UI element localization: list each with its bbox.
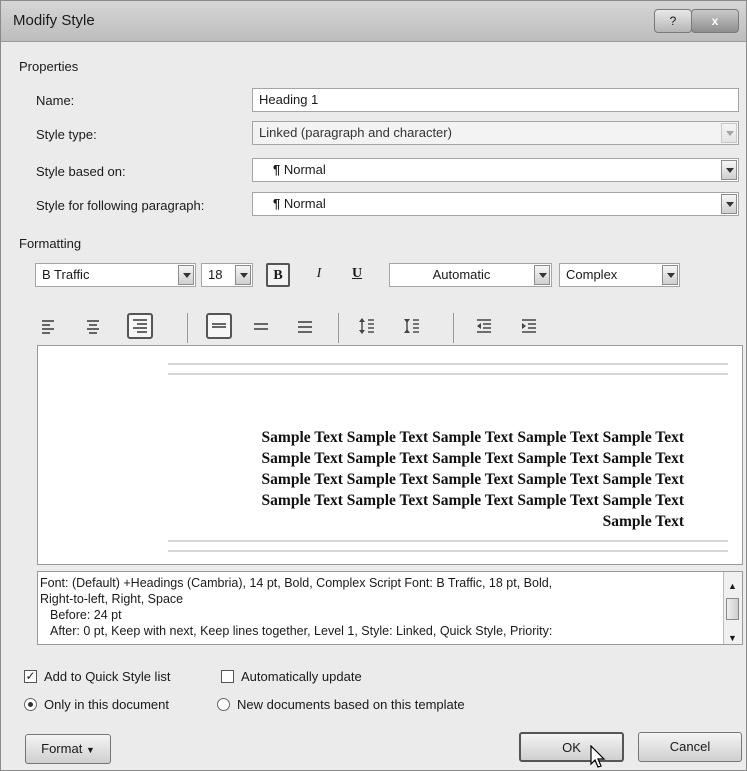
style-type-value: Linked (paragraph and character) bbox=[259, 125, 452, 140]
chevron-down-icon[interactable] bbox=[662, 265, 678, 285]
script-value: Complex bbox=[566, 267, 618, 282]
scroll-thumb[interactable] bbox=[726, 598, 739, 620]
italic-button[interactable]: I bbox=[307, 263, 331, 287]
description-line: Before: 24 pt bbox=[50, 608, 122, 622]
align-left-icon[interactable] bbox=[37, 315, 63, 341]
mouse-cursor-icon bbox=[590, 745, 606, 768]
sample-line: Sample Text Sample Text Sample Text Samp… bbox=[261, 492, 684, 509]
style-type-label: Style type: bbox=[36, 127, 97, 142]
chevron-down-icon[interactable] bbox=[721, 194, 737, 214]
align-right-icon[interactable] bbox=[127, 313, 153, 339]
chevron-down-icon[interactable] bbox=[235, 265, 251, 285]
font-select[interactable]: B Traffic bbox=[35, 263, 196, 287]
ok-button-label: OK bbox=[562, 740, 581, 755]
auto-update-label: Automatically update bbox=[241, 669, 362, 684]
help-icon: ? bbox=[669, 14, 677, 28]
new-documents-template-radio[interactable] bbox=[217, 698, 230, 711]
scroll-down-icon[interactable]: ▼ bbox=[728, 630, 737, 644]
space-before-icon[interactable] bbox=[356, 315, 382, 341]
space-after-icon[interactable] bbox=[401, 315, 427, 341]
font-size-select[interactable]: 18 bbox=[201, 263, 253, 287]
following-paragraph-placeholder bbox=[168, 540, 728, 548]
title-bar: Modify Style ? x bbox=[1, 1, 746, 42]
only-this-document-radio[interactable] bbox=[24, 698, 37, 711]
description-line: Right-to-left, Right, Space bbox=[40, 592, 184, 606]
line-spacing-single-icon[interactable] bbox=[206, 313, 232, 339]
following-paragraph-value: Normal bbox=[283, 196, 326, 211]
description-line: Font: (Default) +Headings (Cambria), 14 … bbox=[40, 576, 553, 590]
paragraph-mark-icon: ¶ bbox=[273, 162, 281, 177]
auto-update-checkbox[interactable] bbox=[221, 670, 234, 683]
ok-button[interactable]: OK bbox=[519, 732, 624, 762]
add-quick-style-checkbox[interactable]: ✓ bbox=[24, 670, 37, 683]
chevron-down-icon[interactable] bbox=[534, 265, 550, 285]
sample-line: Sample Text Sample Text Sample Text Samp… bbox=[261, 429, 684, 446]
description-scrollbar[interactable]: ▲ ▼ bbox=[723, 572, 742, 644]
modify-style-dialog: Modify Style ? x Properties Name: Headin… bbox=[0, 0, 747, 771]
description-line: After: 0 pt, Keep with next, Keep lines … bbox=[50, 624, 553, 638]
line-spacing-double-icon[interactable] bbox=[294, 315, 320, 341]
font-color-select[interactable]: Automatic bbox=[389, 263, 552, 287]
following-paragraph-select[interactable]: ¶ Normal bbox=[252, 192, 739, 216]
chevron-down-icon[interactable] bbox=[721, 123, 737, 143]
preview-sample-text: Sample Text Sample Text Sample Text Samp… bbox=[262, 427, 684, 532]
line-spacing-1-5-icon[interactable] bbox=[250, 315, 276, 341]
close-button[interactable]: x bbox=[691, 9, 739, 33]
font-value: B Traffic bbox=[42, 267, 90, 282]
style-preview-pane: Sample Text Sample Text Sample Text Samp… bbox=[37, 345, 743, 565]
sample-line: Sample Text bbox=[602, 513, 684, 530]
based-on-select[interactable]: ¶ Normal bbox=[252, 158, 739, 182]
chevron-down-icon[interactable] bbox=[721, 160, 737, 180]
script-select[interactable]: Complex bbox=[559, 263, 680, 287]
following-paragraph-label: Style for following paragraph: bbox=[36, 198, 205, 213]
sample-line: Sample Text Sample Text Sample Text Samp… bbox=[261, 471, 684, 488]
decrease-indent-icon[interactable] bbox=[473, 315, 499, 341]
cancel-button[interactable]: Cancel bbox=[638, 732, 742, 762]
add-quick-style-label: Add to Quick Style list bbox=[44, 669, 171, 684]
font-color-value: Automatic bbox=[432, 267, 491, 282]
previous-paragraph-placeholder bbox=[168, 373, 728, 381]
underline-button[interactable]: U bbox=[345, 263, 369, 287]
increase-indent-icon[interactable] bbox=[518, 315, 544, 341]
name-label: Name: bbox=[36, 93, 75, 108]
cancel-button-label: Cancel bbox=[669, 739, 711, 754]
only-this-document-label: Only in this document bbox=[44, 697, 170, 712]
following-paragraph-placeholder bbox=[168, 550, 728, 558]
close-icon: x bbox=[711, 14, 719, 28]
scroll-up-icon[interactable]: ▲ bbox=[728, 578, 737, 594]
format-button[interactable]: Format ▼ bbox=[25, 734, 111, 764]
chevron-down-icon: ▼ bbox=[85, 745, 95, 755]
style-type-select[interactable]: Linked (paragraph and character) bbox=[252, 121, 739, 145]
format-button-label: Format bbox=[41, 741, 83, 756]
previous-paragraph-placeholder bbox=[168, 363, 728, 371]
help-button[interactable]: ? bbox=[654, 9, 692, 33]
style-description: Font: (Default) +Headings (Cambria), 14 … bbox=[37, 571, 743, 645]
dialog-title: Modify Style bbox=[13, 12, 95, 29]
font-size-value: 18 bbox=[208, 267, 223, 282]
based-on-value: Normal bbox=[283, 162, 326, 177]
properties-group-label: Properties bbox=[19, 59, 79, 74]
chevron-down-icon[interactable] bbox=[178, 265, 194, 285]
align-center-icon[interactable] bbox=[82, 315, 108, 341]
paragraph-mark-icon: ¶ bbox=[273, 196, 281, 211]
new-documents-template-label: New documents based on this template bbox=[237, 697, 465, 712]
sample-line: Sample Text Sample Text Sample Text Samp… bbox=[261, 450, 684, 467]
bold-button[interactable]: B bbox=[266, 263, 290, 287]
name-field[interactable]: Heading 1 bbox=[252, 88, 739, 112]
name-value: Heading 1 bbox=[259, 92, 319, 107]
formatting-group-label: Formatting bbox=[19, 236, 82, 251]
based-on-label: Style based on: bbox=[36, 164, 126, 179]
